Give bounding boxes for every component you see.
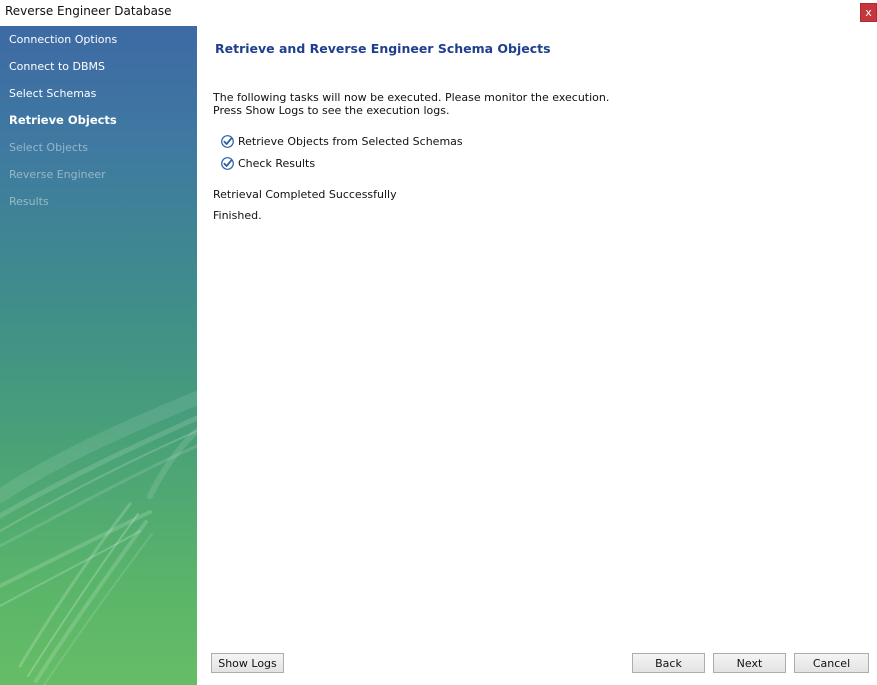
status-message: Retrieval Completed Successfully (213, 188, 397, 201)
sidebar-item-connection-options: Connection Options (9, 33, 118, 46)
close-icon: x (865, 6, 872, 19)
finished-message: Finished. (213, 209, 262, 222)
task-label: Check Results (238, 156, 316, 170)
next-button[interactable]: Next (713, 653, 786, 673)
task-check-results: Check Results (221, 155, 315, 171)
back-button[interactable]: Back (632, 653, 705, 673)
sidebar-item-reverse-engineer: Reverse Engineer (9, 168, 106, 181)
close-button[interactable]: x (860, 3, 877, 22)
sidebar-item-select-objects: Select Objects (9, 141, 88, 154)
checkmark-icon (221, 156, 234, 170)
wizard-sidebar: Connection Options Connect to DBMS Selec… (0, 26, 197, 685)
sidebar-item-results: Results (9, 195, 49, 208)
wizard-content: Retrieve and Reverse Engineer Schema Obj… (197, 26, 877, 685)
sidebar-item-retrieve-objects: Retrieve Objects (9, 113, 117, 127)
task-label: Retrieve Objects from Selected Schemas (238, 134, 463, 148)
title-bar: Reverse Engineer Database x (0, 0, 877, 26)
description-line-2: Press Show Logs to see the execution log… (213, 104, 450, 117)
cancel-button[interactable]: Cancel (794, 653, 869, 673)
show-logs-button[interactable]: Show Logs (211, 653, 284, 673)
checkmark-icon (221, 134, 234, 148)
sidebar-item-connect-to-dbms: Connect to DBMS (9, 60, 106, 73)
description-line-1: The following tasks will now be executed… (213, 91, 610, 104)
task-retrieve-objects: Retrieve Objects from Selected Schemas (221, 133, 463, 149)
page-title: Retrieve and Reverse Engineer Schema Obj… (215, 41, 551, 56)
window-title: Reverse Engineer Database (5, 4, 172, 18)
sidebar-item-select-schemas: Select Schemas (9, 87, 97, 100)
